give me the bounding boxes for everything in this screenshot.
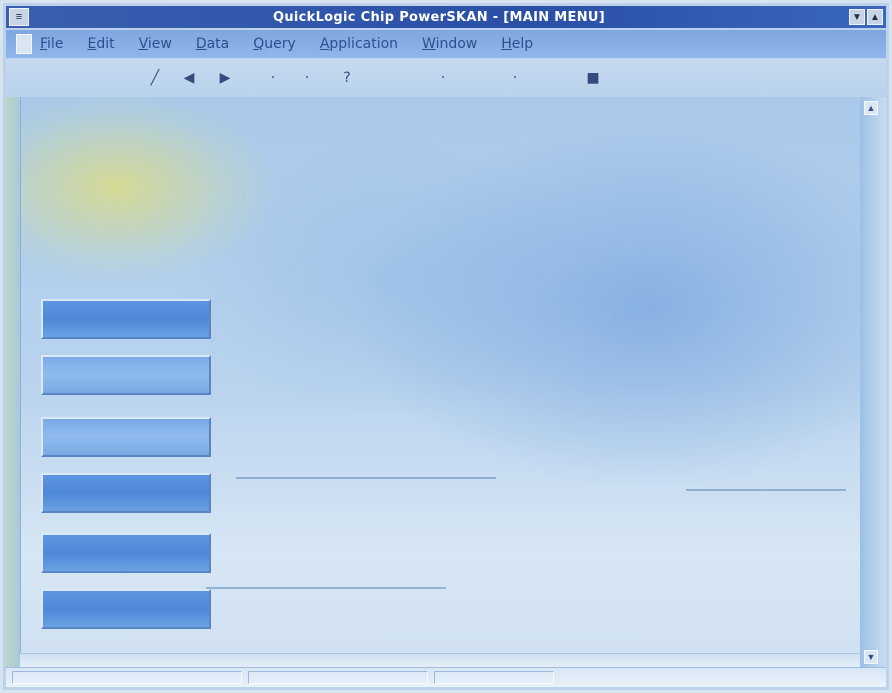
menu-button-2[interactable] [41,355,211,395]
triangle-left-icon[interactable]: ◀ [178,67,200,89]
status-cell [12,671,242,684]
help-icon[interactable]: ? [336,67,358,89]
left-frame [6,97,21,668]
menu-window[interactable]: Window [422,36,477,52]
menu-file[interactable]: File [40,36,63,52]
menu-view[interactable]: View [139,36,172,52]
window-title: QuickLogic Chip PowerSKAN - [MAIN MENU] [272,9,605,25]
menu-button-6[interactable] [41,589,211,629]
status-cell [434,671,554,684]
scroll-up-icon[interactable]: ▲ [864,101,878,115]
dot-icon[interactable]: · [262,67,284,89]
pointer-icon[interactable]: ╱ [144,67,166,89]
maximize-button[interactable]: ▲ [867,9,883,25]
dot-icon[interactable]: · [504,67,526,89]
divider [686,489,846,491]
menu-edit[interactable]: Edit [87,36,114,52]
menu-data[interactable]: Data [196,36,229,52]
scroll-down-icon[interactable]: ▼ [864,650,878,664]
system-menu-icon[interactable]: ≡ [9,8,29,26]
title-buttons: ▼ ▲ [849,9,883,25]
status-bar [6,667,886,687]
toolbar: ╱ ◀ ▶ · · ? · · ■ [6,59,886,97]
menu-query[interactable]: Query [253,36,296,52]
status-cell [248,671,428,684]
dot-icon[interactable]: · [432,67,454,89]
triangle-right-icon[interactable]: ▶ [214,67,236,89]
minimize-button[interactable]: ▼ [849,9,865,25]
menu-help[interactable]: Help [501,36,533,52]
save-icon[interactable]: ■ [582,67,604,89]
application-window: ≡ QuickLogic Chip PowerSKAN - [MAIN MENU… [0,0,892,693]
menu-button-4[interactable] [41,473,211,513]
divider [236,477,496,479]
horizontal-scrollbar[interactable] [20,653,860,668]
menu-button-5[interactable] [41,533,211,573]
vertical-scrollbar[interactable]: ▲ ▼ [860,97,886,668]
document-control-menu-icon[interactable] [16,34,32,54]
dot-icon[interactable]: · [296,67,318,89]
menu-button-1[interactable] [41,299,211,339]
menu-application[interactable]: Application [320,36,398,52]
menu-bar: File Edit View Data Query Application Wi… [6,30,886,58]
title-bar[interactable]: ≡ QuickLogic Chip PowerSKAN - [MAIN MENU… [6,6,886,28]
menu-button-3[interactable] [41,417,211,457]
divider [206,587,446,589]
